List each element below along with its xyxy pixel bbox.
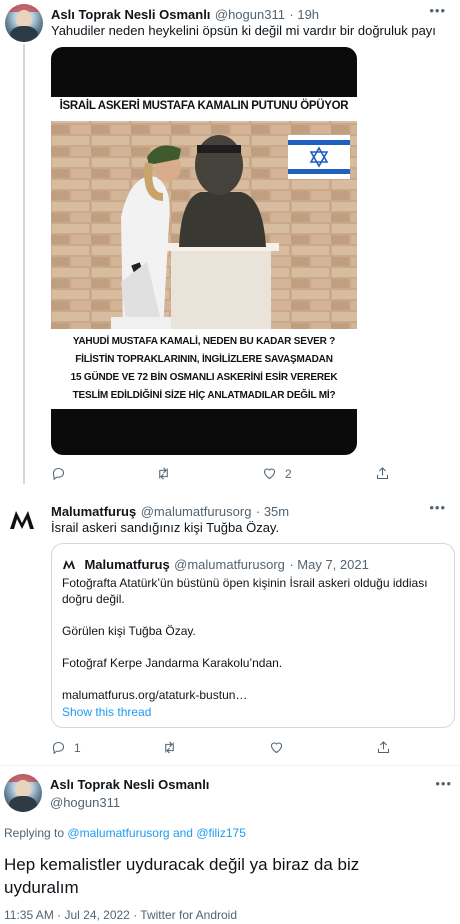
share-button[interactable] xyxy=(375,466,390,481)
caption-line: TESLİM EDİLDİĞİNİ SİZE HİÇ ANLATMADILAR … xyxy=(72,390,336,401)
share-button[interactable] xyxy=(376,740,391,755)
tweet-timestamp[interactable]: 11:35 AM · Jul 24, 2022 · Twitter for An… xyxy=(4,908,237,922)
author-avatar[interactable] xyxy=(4,774,42,812)
author-handle[interactable]: @hogun311 xyxy=(50,795,120,810)
share-icon xyxy=(376,467,389,480)
image-headline: İSRAİL ASKERİ MUSTAFA KAMALIN PUTUNU ÖPÜ… xyxy=(59,100,349,112)
like-button[interactable]: 2 xyxy=(262,466,292,481)
like-count: 2 xyxy=(285,466,292,481)
quoted-tweet-card[interactable]: Malumatfuruş @malumatfurusorg · May 7, 2… xyxy=(51,543,455,728)
tweet-time[interactable]: · 35m xyxy=(256,504,289,519)
quote-text: Fotoğrafta Atatürk’ün büstünü öpen kişin… xyxy=(62,575,448,703)
quote-line: Fotoğrafta Atatürk’ün büstünü öpen kişin… xyxy=(62,576,428,590)
author-name[interactable]: Aslı Toprak Nesli Osmanlı xyxy=(51,7,210,22)
like-icon xyxy=(263,468,276,480)
quote-line: doğru değil. xyxy=(62,592,125,606)
malumatfurus-logo-avatar[interactable] xyxy=(8,505,36,533)
reply-count: 1 xyxy=(74,740,81,755)
author-handle[interactable]: @hogun311 xyxy=(215,7,285,22)
reply-mention[interactable]: @filiz175 xyxy=(196,826,246,840)
m-logo-icon xyxy=(63,560,75,569)
more-icon[interactable]: ••• xyxy=(429,500,446,515)
focused-tweet-text: Hep kemalistler uyduracak değil ya biraz… xyxy=(4,853,359,899)
quote-header: Malumatfuruş @malumatfurusorg · May 7, 2… xyxy=(62,556,369,574)
replying-prefix: Replying to xyxy=(4,826,65,840)
tweet-image[interactable]: İSRAİL ASKERİ MUSTAFA KAMALIN PUTUNU ÖPÜ… xyxy=(51,47,357,455)
thread-connector xyxy=(23,44,25,484)
reply-icon xyxy=(52,741,65,755)
quote-line: Fotoğraf Kerpe Jandarma Karakolu’ndan. xyxy=(62,656,283,670)
author-name[interactable]: Malumatfuruş xyxy=(51,504,136,519)
author-handle[interactable]: @malumatfurusorg xyxy=(141,504,252,519)
tweet-text: İsrail askeri sandığınız kişi Tuğba Özay… xyxy=(51,520,280,535)
avatar-body xyxy=(10,26,38,42)
quote-link[interactable]: malumatfurus.org/ataturk-bustun… xyxy=(62,687,448,703)
retweet-button[interactable] xyxy=(156,466,171,481)
caption-line: 15 GÜNDE VE 72 BİN OSMANLI ASKERİNİ ESİR… xyxy=(70,372,338,383)
tweet-text-line: uyduralım xyxy=(4,878,79,897)
show-thread-link[interactable]: Show this thread xyxy=(62,705,151,719)
retweet-button[interactable] xyxy=(162,740,177,755)
retweet-icon xyxy=(165,741,174,754)
quote-author-handle[interactable]: @malumatfurusorg xyxy=(174,557,285,572)
retweet-icon xyxy=(159,467,168,480)
avatar-body xyxy=(9,796,37,812)
author-avatar[interactable] xyxy=(5,4,43,42)
share-icon xyxy=(377,741,390,754)
like-icon xyxy=(270,742,283,754)
more-icon[interactable]: ••• xyxy=(435,776,452,791)
reply-mention[interactable]: @malumatfurusorg xyxy=(67,826,169,840)
quote-author-name[interactable]: Malumatfuruş xyxy=(84,557,169,572)
reply-button[interactable]: 1 xyxy=(51,740,81,755)
author-name[interactable]: Aslı Toprak Nesli Osmanlı xyxy=(50,777,209,792)
m-logo-icon xyxy=(10,511,34,529)
like-button[interactable] xyxy=(269,740,284,755)
reply-button[interactable] xyxy=(51,466,66,481)
replying-to: Replying to @malumatfurusorg and @filiz1… xyxy=(4,826,246,840)
tweet-time[interactable]: · 19h xyxy=(289,7,319,22)
divider xyxy=(0,765,460,766)
tweet-text: Yahudiler neden heykelini öpsün ki değil… xyxy=(51,23,436,38)
image-caption: YAHUDİ MUSTAFA KAMALİ, NEDEN BU KADAR SE… xyxy=(51,333,357,405)
reply-icon xyxy=(52,467,65,481)
quote-line: Görülen kişi Tuğba Özay. xyxy=(62,624,196,638)
caption-line: YAHUDİ MUSTAFA KAMALİ, NEDEN BU KADAR SE… xyxy=(72,336,336,347)
tweet-text-line: Hep kemalistler uyduracak değil ya biraz… xyxy=(4,855,360,874)
more-icon[interactable]: ••• xyxy=(429,3,446,18)
reply-and: and xyxy=(172,826,193,840)
caption-line: FİLİSTİN TOPRAKLARININ, İNGİLİZLERE SAVA… xyxy=(75,354,333,365)
quote-time[interactable]: · May 7, 2021 xyxy=(289,557,369,572)
